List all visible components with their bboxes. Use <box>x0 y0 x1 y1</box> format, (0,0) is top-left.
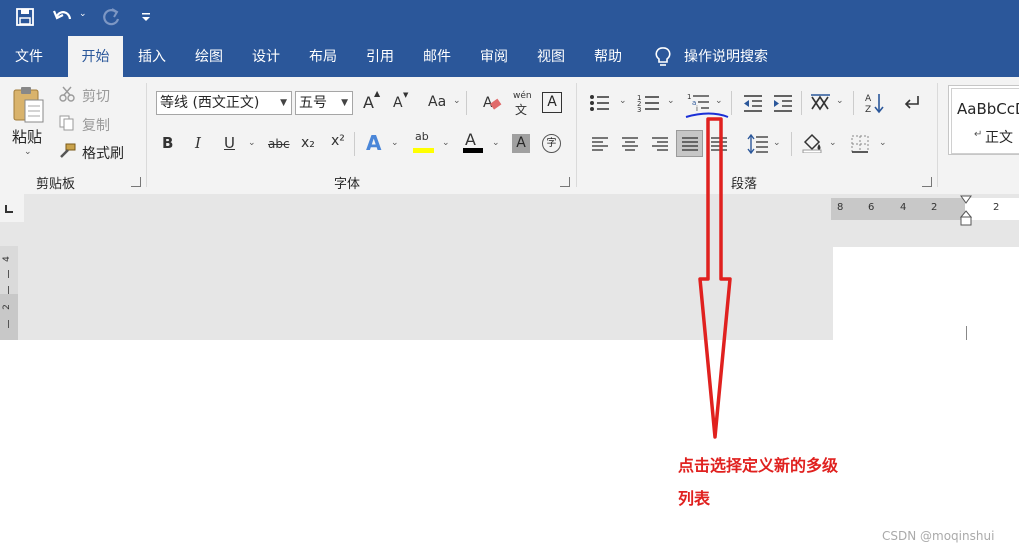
annotation-line1: 点击选择定义新的多级 <box>678 456 839 475</box>
annotation-underline <box>685 112 729 118</box>
annotation-line2: 列表 <box>678 489 711 508</box>
watermark: CSDN @moqinshui <box>882 529 995 543</box>
annotation-arrow <box>698 117 732 439</box>
annotation-overlay <box>685 112 732 439</box>
